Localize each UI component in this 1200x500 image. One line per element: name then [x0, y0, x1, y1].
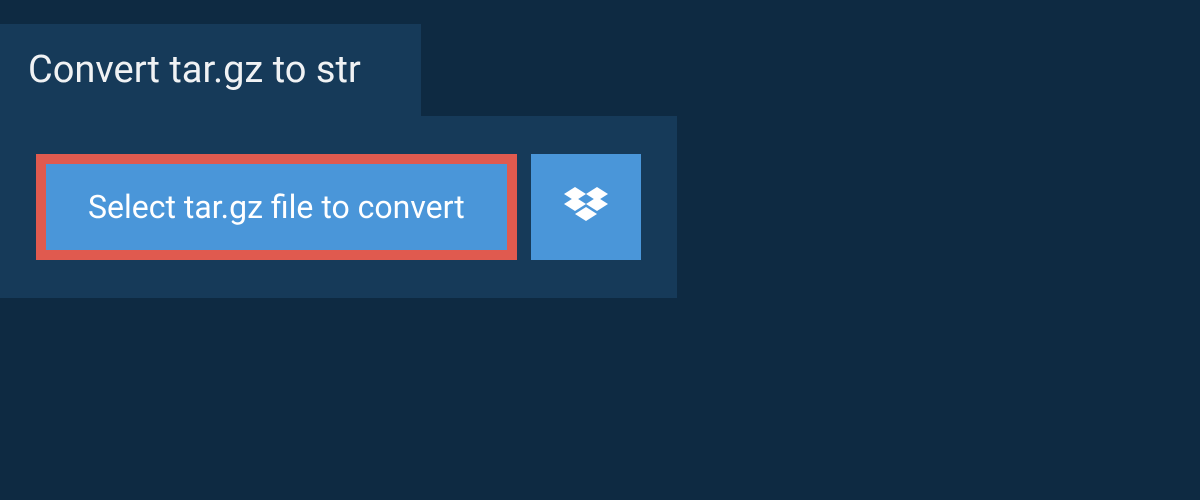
dropbox-icon: [564, 187, 608, 227]
select-file-label: Select tar.gz file to convert: [88, 188, 465, 226]
page-title: Convert tar.gz to str: [28, 48, 361, 92]
select-file-button[interactable]: Select tar.gz file to convert: [36, 154, 517, 260]
dropbox-button[interactable]: [531, 154, 641, 260]
upload-panel: Select tar.gz file to convert: [0, 116, 677, 298]
header-tab: Convert tar.gz to str: [0, 24, 421, 116]
